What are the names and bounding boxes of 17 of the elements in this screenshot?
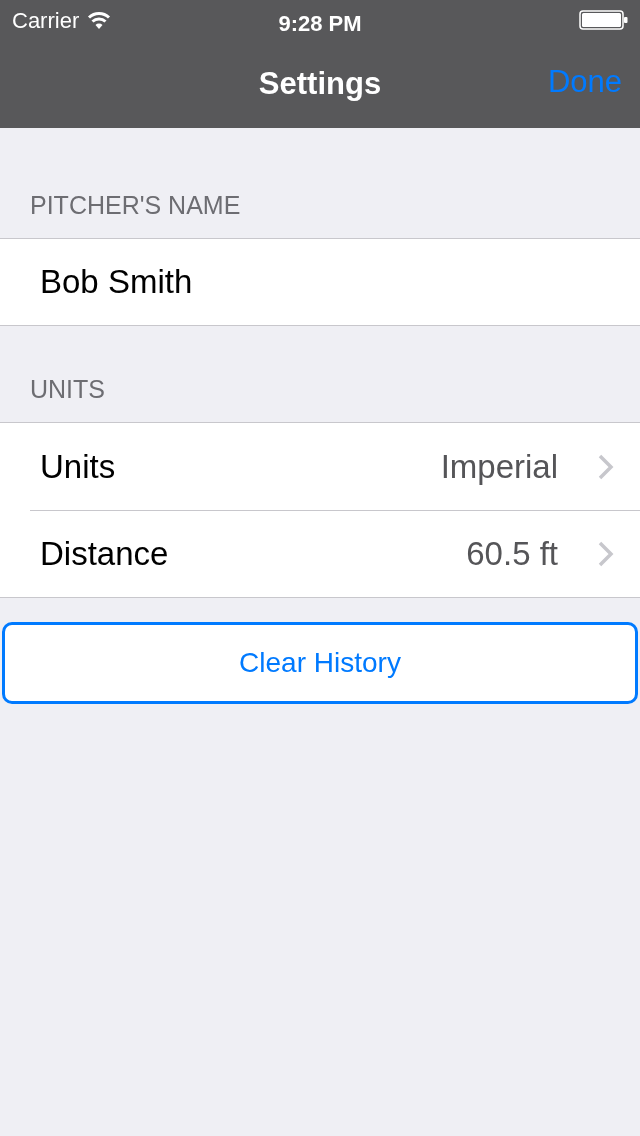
- name-field[interactable]: Bob Smith: [0, 238, 640, 326]
- chevron-icon: [598, 453, 614, 480]
- carrier-name: Carrier: [12, 6, 80, 35]
- clock-time: 9:28 PM: [278, 10, 362, 38]
- settings-row[interactable]: Units Imperial: [30, 423, 640, 510]
- section-header: PITCHER'S NAME: [30, 189, 241, 221]
- section-header: UNITS: [30, 373, 105, 405]
- row-label: Distance: [40, 534, 169, 575]
- row-value: Imperial: [440, 446, 558, 487]
- settings-row[interactable]: Distance 60.5 ft: [30, 510, 640, 597]
- row-value: 60.5 ft: [466, 534, 558, 575]
- battery-icon: [579, 10, 628, 30]
- screen-title: Settings: [258, 64, 382, 103]
- chevron-icon: [598, 541, 614, 567]
- row-label: Units: [40, 446, 116, 487]
- clear-history-button[interactable]: Clear History: [2, 622, 638, 704]
- wifi-icon: [87, 11, 112, 29]
